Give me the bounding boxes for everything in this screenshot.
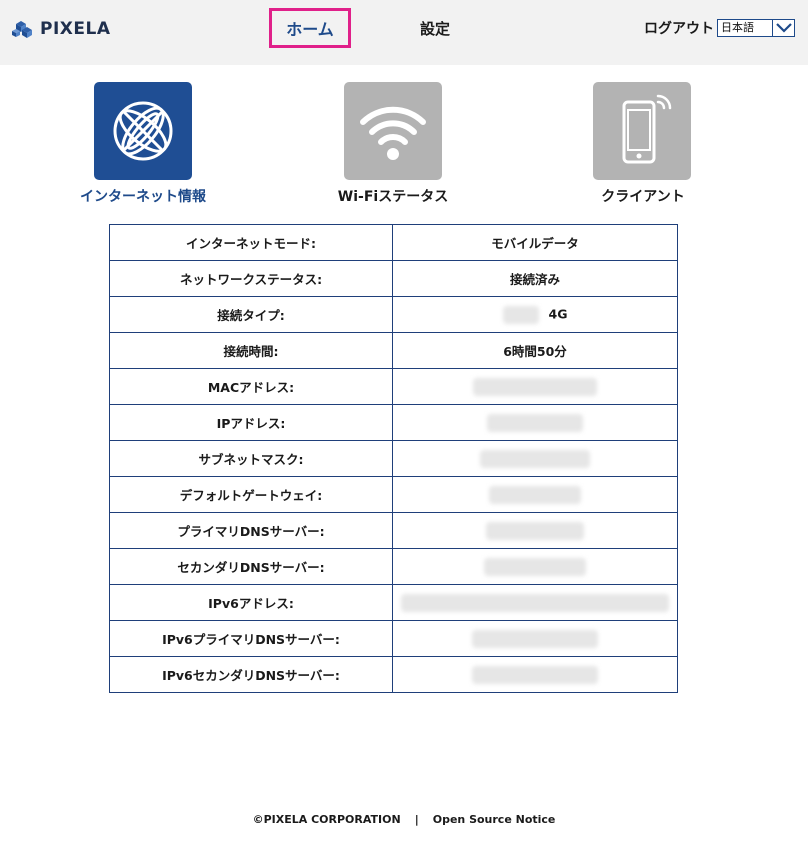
nav-home-tab[interactable]: ホーム (269, 8, 351, 48)
internet-info-table: インターネットモード: モバイルデータ ネットワークステータス: 接続済み 接続… (109, 224, 678, 693)
row-value-cell (392, 404, 678, 441)
row-value: 接続済み (392, 260, 678, 297)
redacted-value (486, 521, 584, 540)
table-row: インターネットモード: モバイルデータ (109, 224, 678, 261)
tile-client[interactable] (593, 82, 691, 180)
redacted-value (472, 629, 598, 648)
row-value: モバイルデータ (392, 224, 678, 261)
tile-internet-info[interactable] (94, 82, 192, 180)
table-row: デフォルトゲートウェイ: (109, 476, 678, 513)
language-value: 日本語 (721, 21, 754, 34)
row-key: MACアドレス: (109, 368, 393, 405)
nav-settings-tab[interactable]: 設定 (420, 18, 450, 40)
row-value-cell (392, 440, 678, 477)
row-value-cell (392, 620, 678, 657)
wifi-icon (360, 106, 426, 160)
logo-text: PIXELA (40, 19, 111, 39)
table-row: ネットワークステータス: 接続済み (109, 260, 678, 297)
redacted-value (472, 665, 598, 684)
table-row: プライマリDNSサーバー: (109, 512, 678, 549)
table-row: 接続タイプ: 4G (109, 296, 678, 333)
row-value-cell (392, 512, 678, 549)
row-key: 接続時間: (109, 332, 393, 369)
table-row: サブネットマスク: (109, 440, 678, 477)
row-key: ネットワークステータス: (109, 260, 393, 297)
smartphone-icon (622, 94, 672, 164)
row-value-cell: 4G (392, 296, 678, 333)
tile-wifi-label[interactable]: Wi-Fiステータス (330, 186, 456, 205)
row-key: セカンダリDNSサーバー: (109, 548, 393, 585)
row-value-cell (392, 368, 678, 405)
row-key: IPv6プライマリDNSサーバー: (109, 620, 393, 657)
open-source-notice-link[interactable]: Open Source Notice (433, 813, 556, 826)
redacted-value (487, 413, 583, 432)
row-value-cell (392, 656, 678, 693)
redacted-value (484, 557, 586, 576)
row-key: インターネットモード: (109, 224, 393, 261)
table-row: IPv6セカンダリDNSサーバー: (109, 656, 678, 693)
row-value: 4G (548, 306, 568, 321)
table-row: セカンダリDNSサーバー: (109, 548, 678, 585)
footer: ©PIXELA CORPORATION | Open Source Notice (0, 811, 808, 827)
table-row: IPアドレス: (109, 404, 678, 441)
row-value-cell (392, 584, 678, 621)
tile-client-label[interactable]: クライアント (580, 186, 706, 205)
row-value: 6時間50分 (392, 332, 678, 369)
table-row: IPv6アドレス: (109, 584, 678, 621)
header-bar: PIXELA ホーム 設定 ログアウト 日本語 (0, 0, 808, 65)
cubes-logo-icon (12, 21, 32, 38)
globe-icon (113, 101, 173, 161)
row-value-cell (392, 476, 678, 513)
tile-wifi-status[interactable] (344, 82, 442, 180)
row-key: デフォルトゲートウェイ: (109, 476, 393, 513)
tile-internet-label[interactable]: インターネット情報 (80, 186, 206, 205)
redacted-value (473, 377, 597, 396)
footer-separator: | (414, 812, 419, 826)
redacted-value (480, 449, 590, 468)
copyright-text: ©PIXELA CORPORATION (252, 812, 401, 826)
row-key: 接続タイプ: (109, 296, 393, 333)
language-select[interactable]: 日本語 (717, 19, 795, 37)
logout-link[interactable]: ログアウト (644, 18, 714, 40)
row-key: IPアドレス: (109, 404, 393, 441)
table-row: IPv6プライマリDNSサーバー: (109, 620, 678, 657)
nav-home-label: ホーム (286, 20, 334, 39)
row-value-cell (392, 548, 678, 585)
table-row: 接続時間: 6時間50分 (109, 332, 678, 369)
row-key: サブネットマスク: (109, 440, 393, 477)
redacted-value (502, 305, 539, 324)
redacted-value (489, 485, 581, 504)
pixela-logo[interactable]: PIXELA (12, 18, 111, 40)
table-row: MACアドレス: (109, 368, 678, 405)
redacted-value (401, 593, 669, 612)
chevron-down-icon (772, 20, 794, 36)
row-key: IPv6セカンダリDNSサーバー: (109, 656, 393, 693)
row-key: プライマリDNSサーバー: (109, 512, 393, 549)
row-key: IPv6アドレス: (109, 584, 393, 621)
